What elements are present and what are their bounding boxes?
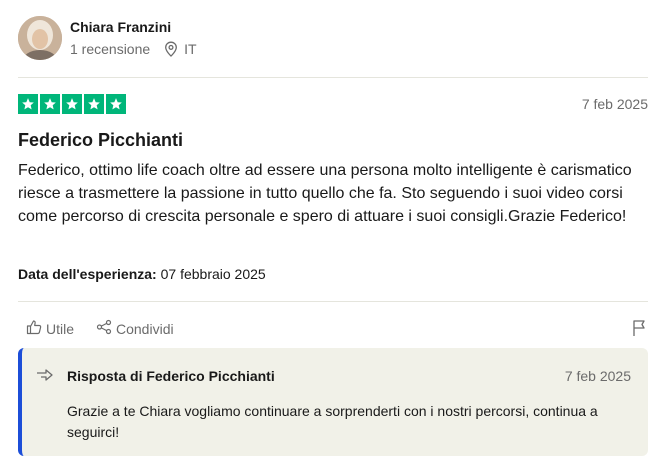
share-button[interactable]: Condividi bbox=[96, 319, 174, 338]
useful-button[interactable]: Utile bbox=[26, 319, 74, 338]
reviewer-name[interactable]: Chiara Franzini bbox=[70, 19, 171, 35]
star-icon bbox=[40, 94, 60, 114]
reply-text: Grazie a te Chiara vogliamo continuare a… bbox=[67, 403, 598, 440]
experience-date: Data dell'esperienza: 07 febbraio 2025 bbox=[18, 266, 266, 282]
review-count: 1 recensione bbox=[70, 41, 151, 57]
reply-date: 7 feb 2025 bbox=[564, 368, 631, 384]
review-body: Federico, ottimo life coach oltre ad ess… bbox=[18, 162, 632, 225]
location-pin-icon bbox=[164, 41, 178, 57]
divider bbox=[18, 301, 648, 302]
review-card: Chiara Franzini 1 recensione IT 7 feb 20… bbox=[0, 0, 662, 472]
thumbs-up-icon bbox=[26, 319, 42, 338]
avatar[interactable] bbox=[18, 16, 62, 60]
star-icon bbox=[62, 94, 82, 114]
review-title[interactable]: Federico Picchianti bbox=[18, 130, 183, 151]
divider bbox=[18, 77, 648, 78]
review-date: 7 feb 2025 bbox=[581, 96, 648, 112]
reply-title: Risposta di Federico Picchianti bbox=[67, 368, 275, 384]
star-icon bbox=[18, 94, 38, 114]
experience-label: Data dell'esperienza: bbox=[18, 266, 157, 282]
company-reply: Risposta di Federico Picchianti 7 feb 20… bbox=[18, 348, 648, 456]
reviewer-country: IT bbox=[184, 41, 197, 57]
reviewer-meta: 1 recensione IT bbox=[70, 41, 197, 57]
star-icon bbox=[84, 94, 104, 114]
star-icon bbox=[106, 94, 126, 114]
share-icon bbox=[96, 319, 112, 338]
reply-arrow-icon bbox=[36, 368, 54, 389]
star-rating bbox=[18, 94, 126, 114]
experience-value: 07 febbraio 2025 bbox=[160, 266, 266, 282]
flag-icon[interactable] bbox=[632, 319, 648, 342]
share-label: Condividi bbox=[116, 320, 174, 337]
useful-label: Utile bbox=[46, 320, 75, 337]
